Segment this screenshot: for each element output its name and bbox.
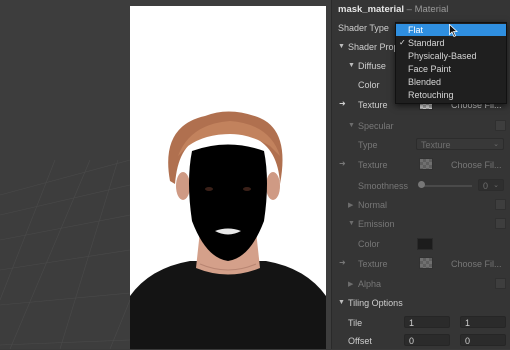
specular-type-label: Type bbox=[358, 140, 378, 150]
link-arrow-icon[interactable]: ➜ bbox=[339, 258, 346, 267]
emission-choose-file-button[interactable]: Choose Fil... bbox=[451, 259, 502, 269]
smoothness-row: Smoothness 0 ⌄ bbox=[332, 177, 510, 195]
specular-type-select[interactable]: Texture ⌄ bbox=[416, 138, 504, 150]
checkmark-icon: ✓ bbox=[399, 38, 406, 47]
tile-label: Tile bbox=[348, 318, 363, 328]
expand-triangle-icon[interactable]: ▶ bbox=[348, 280, 353, 288]
collapse-triangle-icon[interactable]: ▼ bbox=[338, 43, 345, 50]
specular-checkbox[interactable] bbox=[495, 120, 506, 131]
camera-preview bbox=[130, 6, 326, 349]
emission-label: Emission bbox=[358, 219, 395, 229]
emission-color-row: Color bbox=[332, 235, 510, 253]
emission-texture-thumbnail[interactable] bbox=[419, 257, 433, 269]
mouse-cursor-icon bbox=[449, 24, 458, 37]
alpha-label: Alpha bbox=[358, 279, 382, 289]
alpha-header[interactable]: ▶ Alpha bbox=[332, 275, 510, 293]
specular-type-row: Type Texture ⌄ bbox=[332, 136, 510, 154]
shader-option-retouching[interactable]: Retouching bbox=[396, 89, 506, 101]
offset-label: Offset bbox=[348, 336, 372, 346]
smoothness-value: 0 bbox=[483, 181, 489, 191]
collapse-triangle-icon[interactable]: ▼ bbox=[348, 122, 355, 129]
offset-x-input[interactable]: 0 bbox=[404, 334, 450, 346]
offset-y-input[interactable]: 0 bbox=[460, 334, 506, 346]
emission-header[interactable]: ▼ Emission bbox=[332, 215, 510, 233]
title-separator: – bbox=[404, 4, 415, 15]
tiling-options-label: Tiling Options bbox=[348, 298, 403, 308]
shader-option-label: Retouching bbox=[408, 90, 454, 100]
shader-option-blended[interactable]: Blended bbox=[396, 76, 506, 88]
tile-x-input[interactable]: 1 bbox=[404, 316, 450, 328]
smoothness-value-field[interactable]: 0 ⌄ bbox=[478, 179, 504, 191]
shader-option-label: Face Paint bbox=[408, 64, 452, 74]
asset-type: Material bbox=[414, 4, 449, 15]
specular-choose-file-button[interactable]: Choose Fil... bbox=[451, 160, 502, 170]
shader-properties-label: Shader Prop bbox=[348, 42, 399, 52]
scene-viewport[interactable] bbox=[0, 0, 331, 349]
shader-option-face-paint[interactable]: Face Paint bbox=[396, 63, 506, 75]
link-arrow-icon[interactable]: ➜ bbox=[339, 99, 346, 108]
specular-type-value: Texture bbox=[421, 140, 451, 150]
smoothness-label: Smoothness bbox=[358, 181, 409, 191]
collapse-triangle-icon[interactable]: ▼ bbox=[338, 299, 345, 306]
tiling-options-header[interactable]: ▼ Tiling Options bbox=[332, 294, 510, 312]
smoothness-slider-handle[interactable] bbox=[418, 181, 425, 188]
diffuse-color-label: Color bbox=[358, 80, 380, 90]
emission-color-label: Color bbox=[358, 239, 380, 249]
emission-color-swatch[interactable] bbox=[417, 238, 433, 250]
shader-option-label: Standard bbox=[408, 38, 445, 48]
expand-triangle-icon[interactable]: ▶ bbox=[348, 201, 353, 209]
normal-label: Normal bbox=[358, 200, 388, 210]
smoothness-slider-track[interactable] bbox=[420, 185, 472, 187]
specular-label: Specular bbox=[358, 121, 394, 131]
emission-checkbox[interactable] bbox=[495, 218, 506, 229]
collapse-triangle-icon[interactable]: ▼ bbox=[348, 220, 355, 227]
shader-option-standard[interactable]: ✓ Standard bbox=[396, 37, 506, 49]
shader-option-physically-based[interactable]: Physically-Based bbox=[396, 50, 506, 62]
specular-texture-row: ➜ Texture Choose Fil... bbox=[332, 156, 510, 174]
tile-row: Tile 1 1 bbox=[332, 314, 510, 332]
specular-texture-label: Texture bbox=[358, 160, 388, 170]
shader-option-label: Flat bbox=[408, 25, 424, 35]
tile-y-input[interactable]: 1 bbox=[460, 316, 506, 328]
emission-texture-row: ➜ Texture Choose Fil... bbox=[332, 255, 510, 273]
link-arrow-icon[interactable]: ➜ bbox=[339, 159, 346, 168]
shader-option-label: Blended bbox=[408, 77, 442, 87]
asset-name: mask_material bbox=[338, 4, 405, 15]
collapse-triangle-icon[interactable]: ▼ bbox=[348, 62, 355, 69]
emission-texture-label: Texture bbox=[358, 259, 388, 269]
specular-header[interactable]: ▼ Specular bbox=[332, 117, 510, 135]
diffuse-texture-label: Texture bbox=[358, 100, 388, 110]
stepper-icon: ⌄ bbox=[493, 182, 499, 189]
normal-checkbox[interactable] bbox=[495, 199, 506, 210]
specular-texture-thumbnail[interactable] bbox=[419, 158, 433, 170]
normal-header[interactable]: ▶ Normal bbox=[332, 196, 510, 214]
chevron-down-icon: ⌄ bbox=[493, 141, 499, 148]
face-preview-image bbox=[130, 111, 326, 349]
alpha-checkbox[interactable] bbox=[495, 278, 506, 289]
shader-type-label: Shader Type bbox=[338, 23, 389, 33]
shader-option-label: Physically-Based bbox=[408, 51, 477, 61]
inspector-title: mask_material – Material bbox=[338, 4, 448, 15]
diffuse-label: Diffuse bbox=[358, 61, 386, 71]
offset-row: Offset 0 0 bbox=[332, 332, 510, 350]
